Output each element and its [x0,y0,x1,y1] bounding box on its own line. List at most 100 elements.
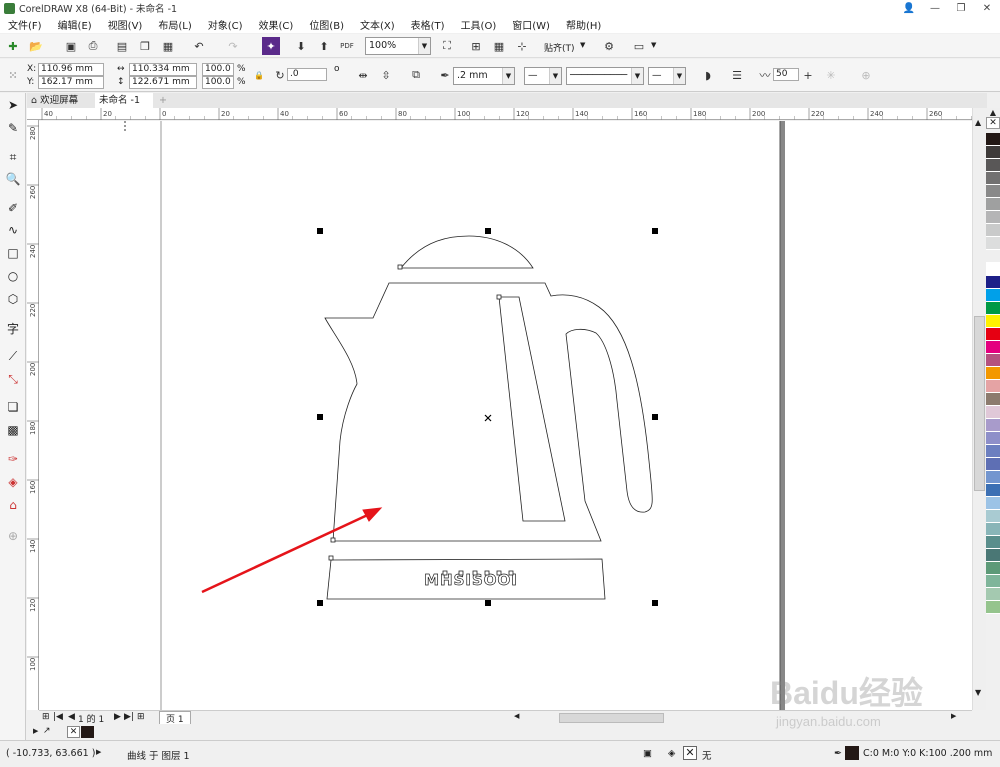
palette-swatch[interactable] [986,484,1000,497]
polygon-tool-icon[interactable]: ⬡ [4,290,22,308]
rotation-angle-field[interactable]: .0 [287,68,327,81]
prev-page-icon[interactable]: ◀ [68,712,75,722]
menu-effects[interactable]: 效果(C) [251,17,302,32]
palette-swatch[interactable] [986,159,1000,172]
palette-swatch[interactable] [986,497,1000,510]
object-origin-icon[interactable]: ⁙ [4,66,22,84]
node-handle[interactable] [496,294,502,300]
new-tab-plus-icon[interactable]: + [155,93,171,108]
palette-swatch[interactable] [986,562,1000,575]
fill-none-icon[interactable]: ✕ [683,746,697,760]
quick-customize-icon[interactable]: ✳ [822,66,840,84]
menu-window[interactable]: 窗口(W) [504,17,558,32]
show-guidelines-icon[interactable]: ⊹ [513,37,531,55]
palette-swatch[interactable] [986,328,1000,341]
start-arrowhead-dropdown[interactable]: — ▼ [524,67,562,85]
selection-handle-bottom-right[interactable] [652,600,658,606]
node-handle[interactable] [330,537,336,543]
outline-width-dropdown[interactable]: .2 mm ▼ [453,67,515,85]
add-page-after-icon[interactable]: ⊞ [137,712,145,722]
freehand-tool-icon[interactable]: ✐ [4,199,22,217]
palette-swatch[interactable] [986,523,1000,536]
add-tool-icon[interactable]: ⊕ [4,527,22,545]
minimize-button[interactable]: — [922,0,948,16]
kettle-body[interactable] [324,282,653,542]
artistic-media-icon[interactable]: ∿ [4,221,22,239]
palette-swatch[interactable] [986,419,1000,432]
palette-swatch[interactable] [986,471,1000,484]
restore-button[interactable]: ❐ [948,0,974,16]
palette-swatch[interactable] [986,575,1000,588]
palette-swatch[interactable] [986,536,1000,549]
launcher-chevron-icon[interactable]: ▼ [651,41,656,49]
show-rulers-icon[interactable]: ⊞ [467,37,485,55]
zoom-tool-icon[interactable]: 🔍 [4,170,22,188]
document-no-color-icon[interactable]: ✕ [67,726,80,738]
palette-swatch[interactable] [986,393,1000,406]
account-icon[interactable]: 👤 [896,0,922,16]
palette-swatch[interactable] [986,276,1000,289]
kettle-lid[interactable] [400,235,534,269]
palette-swatch[interactable] [986,354,1000,367]
save-icon[interactable]: ▣ [62,37,80,55]
paste-icon[interactable]: ▦ [159,37,177,55]
color-proof-icon[interactable]: ▣ [643,748,652,759]
crop-tool-icon[interactable]: ⌗ [4,148,22,166]
width-field[interactable]: 110.334 mm [129,63,197,76]
no-color-swatch-icon[interactable]: ✕ [986,117,1000,129]
status-arrow-icon[interactable]: ▶ [96,748,101,756]
vertical-ruler[interactable]: 28026024022020018016014012010080 [27,120,39,730]
search-content-icon[interactable]: ✦ [262,37,280,55]
palette-swatch[interactable] [986,458,1000,471]
close-button[interactable]: ✕ [974,0,1000,16]
node-handle[interactable] [472,570,478,576]
zoom-dropdown[interactable]: 100% ▼ [365,37,431,55]
new-document-icon[interactable]: ✚ [4,37,22,55]
menu-text[interactable]: 文本(X) [352,17,403,32]
node-handle[interactable] [442,570,448,576]
palette-swatch[interactable] [986,302,1000,315]
interactive-fill-icon[interactable]: ◈ [4,473,22,491]
last-page-icon[interactable]: ▶| [124,712,134,722]
palette-swatch[interactable] [986,250,1000,263]
menu-layout[interactable]: 布局(L) [150,17,199,32]
selection-handle-bottom[interactable] [485,600,491,606]
application-launcher-icon[interactable]: ▭ [630,37,648,55]
palette-swatch[interactable] [986,146,1000,159]
scroll-down-icon[interactable]: ▼ [975,688,981,697]
text-wrap-icon[interactable]: ☰ [728,66,746,84]
rotation-center-marker[interactable] [484,414,492,422]
menu-object[interactable]: 对象(C) [200,17,251,32]
scroll-up-icon[interactable]: ▲ [975,118,981,127]
scale-height-field[interactable]: 100.0 [202,76,234,89]
smoothing-plus-icon[interactable]: + [799,66,817,84]
smoothing-field[interactable]: 50 [773,68,799,81]
menu-tools[interactable]: 工具(O) [453,17,505,32]
cut-icon[interactable]: ▤ [113,37,131,55]
import-icon[interactable]: ⬇ [292,37,310,55]
palette-swatch[interactable] [986,289,1000,302]
next-page-icon[interactable]: ▶ [114,712,121,722]
open-icon[interactable]: 📂 [27,37,45,55]
transparency-icon[interactable]: ▩ [4,421,22,439]
kettle-logo-text[interactable]: MHSISOOI [424,571,518,590]
palette-swatch[interactable] [986,510,1000,523]
palette-swatch[interactable] [986,341,1000,354]
horizontal-ruler[interactable]: 40 20 0 20 40 60 80 100 120 140 160 180 200 220 240 260 [38,108,988,120]
menu-file[interactable]: 文件(F) [0,17,50,32]
line-style-dropdown[interactable]: ────────── ▼ [566,67,644,85]
scroll-left-icon[interactable]: ◀ [514,712,519,720]
menu-help[interactable]: 帮助(H) [558,17,609,32]
tab-document[interactable]: 未命名 -1 [95,93,153,108]
add-icon[interactable]: ⊕ [857,66,875,84]
mirror-vertical-icon[interactable]: ⇳ [377,66,395,84]
pdf-icon[interactable]: PDF [338,37,356,55]
selection-handle-top-right[interactable] [652,228,658,234]
palette-swatch[interactable] [986,198,1000,211]
palette-swatch[interactable] [986,432,1000,445]
show-grid-icon[interactable]: ▦ [490,37,508,55]
close-curve-icon[interactable]: ◗ [699,66,717,84]
palette-swatch[interactable] [986,172,1000,185]
horizontal-scroll-thumb[interactable] [559,713,664,723]
palette-swatch[interactable] [986,315,1000,328]
